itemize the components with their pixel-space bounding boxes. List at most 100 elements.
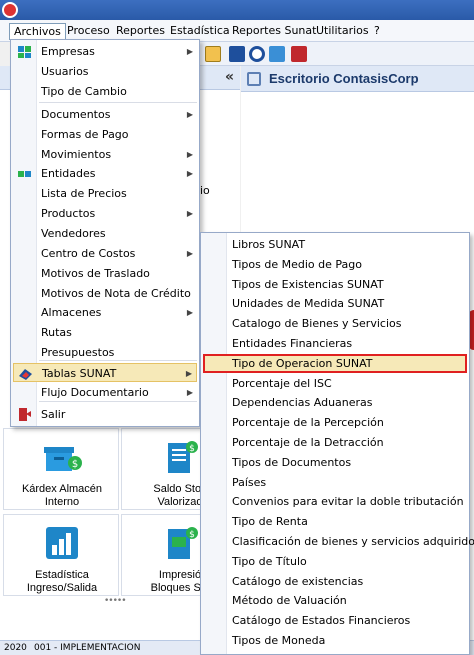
submenu-arrow-icon: ▶ — [186, 169, 193, 178]
submenu-arrow-icon: ▶ — [186, 388, 193, 397]
menu-item-label: Entidades — [41, 167, 96, 180]
submenu-item-8[interactable]: Porcentaje del ISC — [203, 374, 467, 393]
tablas-sunat-submenu: Libros SUNAT Tipos de Medio de Pago Tipos … — [200, 232, 474, 655]
menu-item-motivos-de-traslado[interactable]: Motivos de Traslado — [13, 264, 197, 283]
submenu-item-18[interactable]: Catálogo de existencias — [203, 572, 467, 591]
desktop-header: Escritorio ContasisCorp — [241, 66, 474, 92]
submenu-item-label: Tipos de Existencias SUNAT — [232, 277, 384, 291]
menu-item-productos[interactable]: Productos ▶ — [13, 204, 197, 223]
submenu-item-16[interactable]: Clasificación de bienes y servicios adqu… — [203, 532, 474, 551]
headset-icon[interactable] — [249, 46, 265, 62]
menu-item-label: Movimientos — [41, 148, 112, 161]
submenu-item-label: Convenios para evitar la doble tributaci… — [232, 495, 464, 509]
menu-item-documentos[interactable]: Documentos ▶ — [13, 105, 197, 124]
submenu-item-12[interactable]: Tipos de Documentos — [203, 453, 467, 472]
folder-icon[interactable] — [205, 46, 221, 62]
toolbar — [185, 42, 474, 66]
menu-item-label: Formas de Pago — [41, 128, 129, 141]
menu-archivos[interactable]: Archivos — [9, 23, 66, 40]
submenu-arrow-icon: ▶ — [186, 209, 193, 218]
menu-separator — [39, 102, 197, 103]
menu-item-label: Tipo de Cambio — [41, 85, 127, 98]
menu-item-tablas-sunat[interactable]: Tablas SUNAT ▶ — [13, 363, 197, 382]
menu-proceso[interactable]: Proceso — [63, 23, 114, 40]
collapse-button[interactable]: « — [225, 69, 234, 85]
archivos-menu: Empresas ▶ Usuarios Tipo de Cambio Documento… — [10, 39, 200, 427]
submenu-item-label: Tipos de Moneda — [232, 634, 326, 647]
submenu-item-19[interactable]: Método de Valuación — [203, 591, 467, 610]
submenu-item-label: Porcentaje de la Percepción — [232, 416, 384, 430]
title-bar — [0, 0, 474, 20]
sunat-icon — [18, 366, 33, 381]
submenu-item-label: Unidades de Medida SUNAT — [232, 297, 385, 311]
submenu-arrow-icon: ▶ — [186, 47, 193, 56]
menu-item-label: Centro de Costos — [41, 247, 136, 260]
submenu-item-21[interactable]: Tipos de Moneda — [203, 631, 467, 650]
menu-item-usuarios[interactable]: Usuarios — [13, 62, 197, 81]
tile-estadistica[interactable]: Estadística Ingreso/Salida — [3, 514, 119, 596]
submenu-item-13[interactable]: Países — [203, 473, 467, 492]
submenu-item-7[interactable]: Tipo de Operacion SUNAT — [203, 353, 467, 373]
submenu-arrow-icon: ▶ — [186, 249, 193, 258]
menu-item-motivos-de-nota-de-crédito[interactable]: Motivos de Nota de Crédito — [13, 284, 197, 303]
menu-reportes[interactable]: Reportes — [112, 23, 169, 40]
menu-reportes-sunat[interactable]: Reportes Sunat — [228, 23, 320, 40]
menu-item-entidades[interactable]: Entidades ▶ — [13, 164, 197, 183]
menu-item-label: Almacenes — [41, 306, 102, 319]
app-logo-icon[interactable] — [2, 2, 18, 18]
tile-label: Kárdex Almacén Interno — [21, 483, 103, 508]
submenu-item-3[interactable]: Tipos de Existencias SUNAT — [203, 275, 467, 294]
exit-icon[interactable] — [291, 46, 307, 62]
menu-separator — [39, 360, 197, 361]
menu-item-label: Empresas — [41, 45, 95, 58]
submenu-item-9[interactable]: Dependencias Aduaneras — [203, 393, 467, 412]
svg-text:$: $ — [189, 530, 195, 540]
box-money-icon: $ — [44, 447, 82, 471]
submenu-item-1[interactable]: Libros SUNAT — [203, 235, 467, 254]
menu-item-almacenes[interactable]: Almacenes ▶ — [13, 303, 197, 322]
submenu-item-2[interactable]: Tipos de Medio de Pago — [203, 255, 467, 274]
status-company: 001 - IMPLEMENTACION — [34, 643, 141, 653]
menu-item-label: Flujo Documentario — [41, 386, 149, 399]
submenu-item-4[interactable]: Unidades de Medida SUNAT — [203, 294, 467, 313]
menu-item-tipo-de-cambio[interactable]: Tipo de Cambio — [13, 82, 197, 101]
menu-item-formas-de-pago[interactable]: Formas de Pago — [13, 125, 197, 144]
menu-item-label: Documentos — [41, 108, 111, 121]
submenu-item-6[interactable]: Entidades Financieras — [203, 334, 467, 353]
menu-item-empresas[interactable]: Empresas ▶ — [13, 42, 197, 61]
tile-kardex[interactable]: $ Kárdex Almacén Interno — [3, 428, 119, 510]
menu-estadistica[interactable]: Estadística — [166, 23, 234, 40]
calculator-icon[interactable] — [229, 46, 245, 62]
submenu-item-11[interactable]: Porcentaje de la Detracción — [203, 433, 467, 452]
shortcut-tiles: $ Kárdex Almacén Interno $ Saldo Stoc Valo… — [3, 428, 237, 608]
menu-item-label: Motivos de Nota de Crédito — [41, 287, 191, 300]
status-year: 2020 — [4, 643, 27, 653]
menu-item-salir[interactable]: Salir — [13, 405, 197, 424]
submenu-item-10[interactable]: Porcentaje de la Percepción — [203, 413, 467, 432]
submenu-item-14[interactable]: Convenios para evitar la doble tributaci… — [203, 492, 467, 511]
submenu-item-label: Método de Valuación — [232, 594, 347, 608]
menu-help[interactable]: ? — [370, 23, 384, 40]
submenu-item-label: Catálogo de Estados Financieros — [232, 614, 411, 628]
menu-item-vendedores[interactable]: Vendedores — [13, 224, 197, 243]
resize-grip[interactable]: ••••• — [104, 596, 127, 606]
chat-icon[interactable] — [269, 46, 285, 62]
submenu-item-label: Clasificación de bienes y servicios adqu… — [232, 535, 474, 548]
submenu-item-15[interactable]: Tipo de Renta — [203, 512, 467, 531]
menu-item-centro-de-costos[interactable]: Centro de Costos ▶ — [13, 244, 197, 263]
submenu-item-5[interactable]: Catalogo de Bienes y Servicios — [203, 314, 467, 333]
menu-utilitarios[interactable]: Utilitarios — [312, 23, 373, 40]
menu-item-rutas[interactable]: Rutas — [13, 323, 197, 342]
submenu-item-17[interactable]: Tipo de Título — [203, 552, 467, 571]
submenu-item-label: Libros SUNAT — [232, 238, 306, 251]
edit-icon — [247, 72, 261, 86]
submenu-item-label: Tipos de Documentos — [232, 455, 352, 469]
bar-chart-icon — [46, 527, 78, 559]
menu-item-flujo-documentario[interactable]: Flujo Documentario ▶ — [13, 383, 197, 402]
submenu-item-label: Entidades Financieras — [232, 337, 353, 350]
submenu-item-20[interactable]: Catálogo de Estados Financieros — [203, 611, 467, 630]
entities-icon — [17, 166, 32, 181]
menu-item-movimientos[interactable]: Movimientos ▶ — [13, 145, 197, 164]
submenu-item-label: Tipo de Título — [232, 554, 307, 568]
menu-item-lista-de-precios[interactable]: Lista de Precios — [13, 184, 197, 203]
